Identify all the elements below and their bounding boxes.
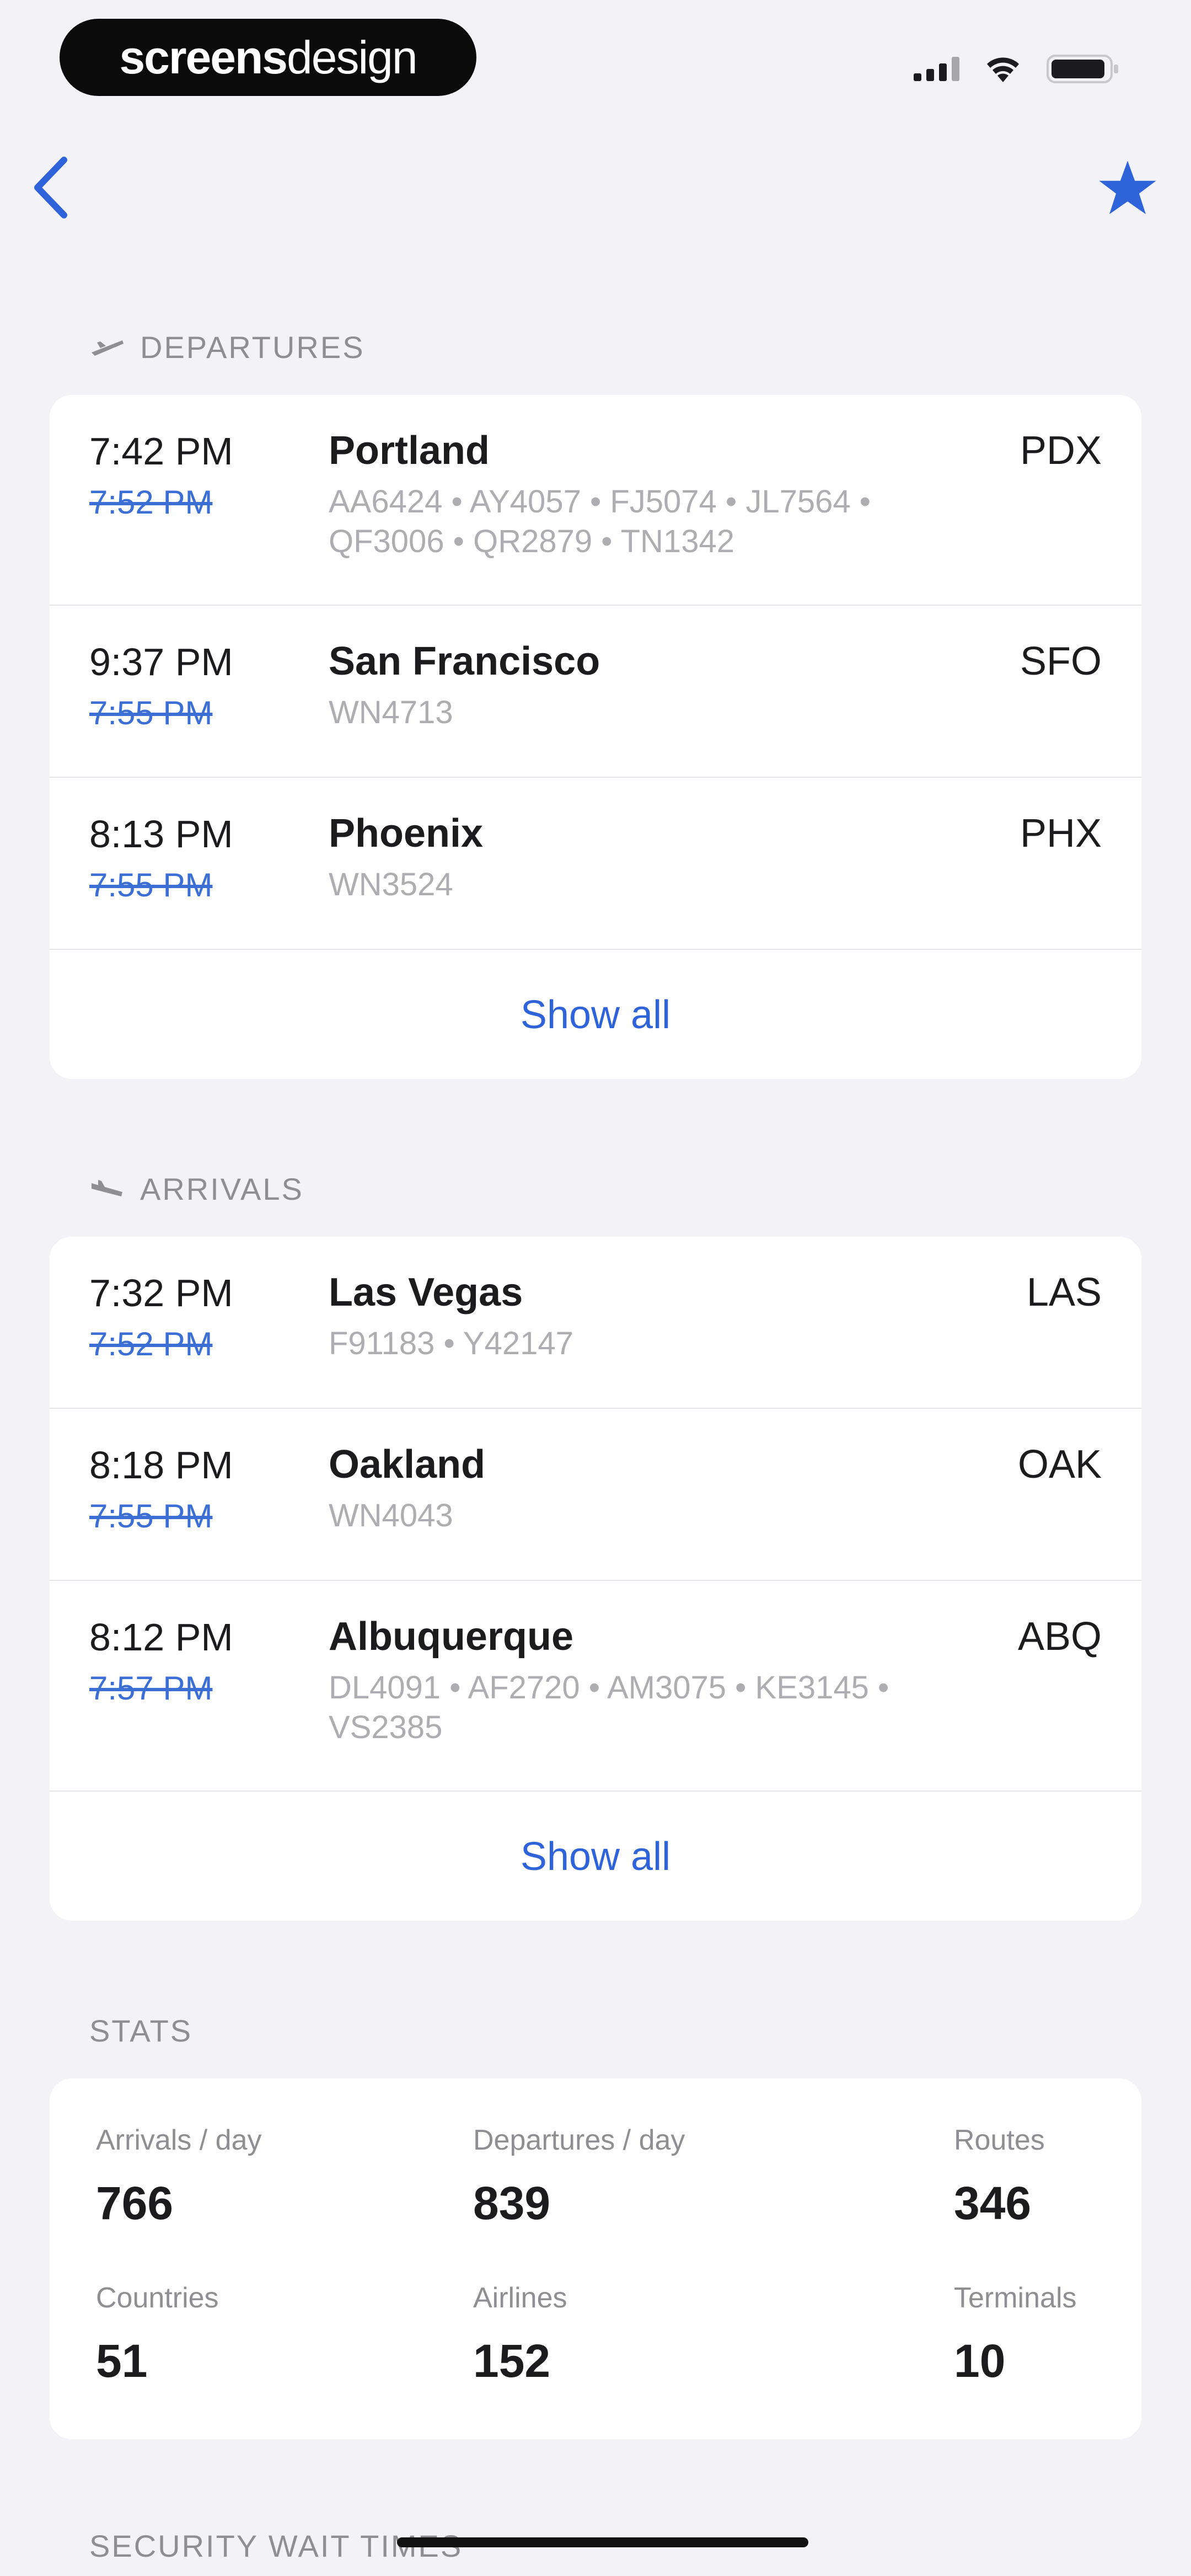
airport-code: PHX	[1020, 811, 1102, 856]
cellular-signal-icon	[914, 57, 959, 81]
airport-code: PDX	[1020, 429, 1102, 473]
stat-departures-per-day: Departures / day 839	[473, 2124, 685, 2230]
status-icons	[914, 44, 1119, 94]
stat-label: Airlines	[473, 2282, 567, 2314]
departures-title: DEPARTURES	[140, 329, 365, 365]
navigation-bar	[0, 143, 1191, 232]
origin-city: Albuquerque	[329, 1615, 573, 1659]
departure-row[interactable]: 8:13 PM 7:55 PM Phoenix WN3524 PHX	[50, 778, 1141, 950]
home-indicator	[397, 2537, 808, 2547]
stat-value: 51	[96, 2335, 148, 2387]
actual-time: 8:13 PM	[89, 813, 233, 856]
origin-city: Oakland	[329, 1442, 486, 1487]
arrival-row[interactable]: 7:32 PM 7:52 PM Las Vegas F91183 • Y4214…	[50, 1237, 1141, 1409]
stat-terminals: Terminals 10	[954, 2281, 1077, 2388]
departure-row[interactable]: 7:42 PM 7:52 PM Portland AA6424 • AY4057…	[50, 395, 1141, 606]
origin-city: Las Vegas	[329, 1270, 523, 1314]
wifi-icon	[984, 55, 1022, 83]
arrivals-show-all-button[interactable]: Show all	[50, 1792, 1141, 1921]
destination-city: Portland	[329, 429, 490, 473]
battery-icon	[1047, 54, 1119, 84]
departures-header: DEPARTURES	[89, 328, 365, 366]
scheduled-time: 7:52 PM	[89, 1326, 213, 1362]
stat-label: Arrivals / day	[96, 2124, 262, 2156]
stat-label: Terminals	[954, 2282, 1077, 2314]
airport-code: SFO	[1020, 639, 1102, 683]
stat-routes: Routes 346	[954, 2124, 1045, 2230]
flight-numbers: WN4043	[329, 1498, 453, 1533]
arrival-row[interactable]: 8:18 PM 7:55 PM Oakland WN4043 OAK	[50, 1409, 1141, 1581]
stats-title: STATS	[89, 2013, 193, 2048]
stat-arrivals-per-day: Arrivals / day 766	[96, 2124, 262, 2230]
flight-numbers: DL4091 • AF2720 • AM3075 • KE3145 • VS23…	[329, 1670, 889, 1745]
stat-countries: Countries 51	[96, 2281, 219, 2388]
stat-value: 152	[473, 2335, 551, 2387]
favorite-button[interactable]	[1097, 158, 1158, 218]
stat-label: Countries	[96, 2282, 219, 2314]
stats-card: Arrivals / day 766 Departures / day 839 …	[50, 2078, 1141, 2439]
plane-arrival-icon	[92, 1180, 122, 1196]
brand-logo-light: design	[287, 31, 418, 83]
star-icon	[1099, 161, 1156, 215]
scheduled-time: 7:57 PM	[89, 1670, 213, 1707]
scheduled-time: 7:55 PM	[89, 694, 213, 731]
back-button[interactable]	[28, 154, 77, 221]
stat-label: Routes	[954, 2124, 1045, 2156]
stat-value: 346	[954, 2177, 1032, 2229]
scheduled-time: 7:52 PM	[89, 484, 213, 521]
arrivals-title: ARRIVALS	[140, 1171, 304, 1206]
brand-logo-bold: screens	[119, 31, 288, 83]
destination-city: San Francisco	[329, 639, 600, 683]
flight-numbers: F91183 • Y42147	[329, 1326, 573, 1361]
departures-show-all-button[interactable]: Show all	[50, 950, 1141, 1079]
stats-header: STATS	[89, 2011, 192, 2050]
arrivals-header: ARRIVALS	[89, 1169, 304, 1208]
stat-value: 766	[96, 2177, 174, 2229]
arrival-row[interactable]: 8:12 PM 7:57 PM Albuquerque DL4091 • AF2…	[50, 1581, 1141, 1792]
flight-numbers: AA6424 • AY4057 • FJ5074 • JL7564 • QF30…	[329, 484, 871, 559]
arrivals-card: 7:32 PM 7:52 PM Las Vegas F91183 • Y4214…	[50, 1237, 1141, 1921]
actual-time: 8:18 PM	[89, 1444, 233, 1487]
actual-time: 8:12 PM	[89, 1616, 233, 1659]
actual-time: 9:37 PM	[89, 640, 233, 683]
departure-row[interactable]: 9:37 PM 7:55 PM San Francisco WN4713 SFO	[50, 606, 1141, 778]
departures-card: 7:42 PM 7:52 PM Portland AA6424 • AY4057…	[50, 395, 1141, 1079]
airport-code: ABQ	[1017, 1615, 1102, 1659]
airport-code: OAK	[1017, 1442, 1102, 1487]
plane-departure-icon	[92, 340, 124, 356]
flight-numbers: WN3524	[329, 867, 453, 902]
actual-time: 7:42 PM	[89, 430, 233, 473]
status-bar: screens design	[0, 0, 1191, 110]
stat-value: 10	[954, 2335, 1006, 2387]
chevron-left-icon	[34, 157, 67, 218]
scheduled-time: 7:55 PM	[89, 867, 213, 904]
flight-numbers: WN4713	[329, 694, 453, 730]
brand-logo: screens design	[60, 19, 476, 96]
scheduled-time: 7:55 PM	[89, 1498, 213, 1535]
destination-city: Phoenix	[329, 811, 484, 856]
airport-code: LAS	[1026, 1270, 1102, 1314]
stat-airlines: Airlines 152	[473, 2281, 567, 2388]
stat-label: Departures / day	[473, 2124, 685, 2156]
actual-time: 7:32 PM	[89, 1271, 233, 1314]
stat-value: 839	[473, 2177, 551, 2229]
